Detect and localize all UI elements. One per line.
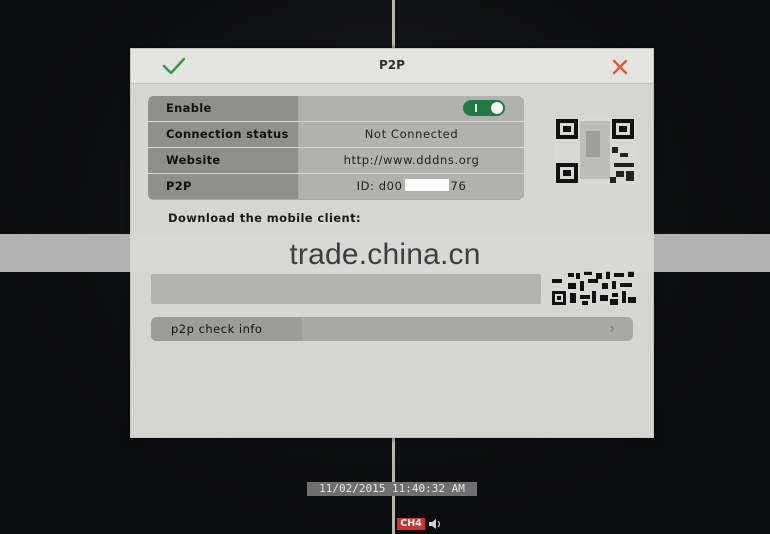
enable-row: Enable <box>148 96 524 122</box>
dialog-titlebar: P2P <box>131 49 653 84</box>
p2p-id-prefix: ID: d00 <box>356 179 403 193</box>
p2p-check-info-button[interactable]: p2p check info › <box>151 317 633 341</box>
p2p-settings-table: Enable Connection status Not Connected W… <box>148 96 524 200</box>
watermark-band: trade.china.cn <box>0 234 770 272</box>
website-label: Website <box>148 148 298 173</box>
toggle-on-mark <box>475 104 477 112</box>
connection-status-value: Not Connected <box>299 122 524 147</box>
p2p-label: P2P <box>148 174 298 199</box>
dialog-title: P2P <box>379 58 405 72</box>
toggle-knob <box>491 102 503 114</box>
chevron-right-icon: › <box>609 321 615 337</box>
p2p-id-suffix: 76 <box>450 179 467 193</box>
download-client-label: Download the mobile client: <box>168 211 361 225</box>
speaker-icon <box>429 519 441 529</box>
p2p-id-value: ID: d00 76 <box>299 174 524 199</box>
enable-toggle[interactable] <box>463 100 505 116</box>
watermark-text: trade.china.cn <box>289 238 481 271</box>
p2p-id-qr-code <box>554 117 636 185</box>
connection-status-row: Connection status Not Connected <box>148 122 524 148</box>
connection-status-label: Connection status <box>148 122 298 147</box>
redaction-box <box>404 179 449 191</box>
mobile-client-qr-code <box>552 271 636 305</box>
close-icon[interactable] <box>609 56 631 78</box>
website-row: Website http://www.dddns.org <box>148 148 524 174</box>
p2p-id-row: P2P ID: d00 76 <box>148 174 524 200</box>
p2p-check-info-label: p2p check info <box>151 317 302 341</box>
osd-timestamp: 11/02/2015 11:40:32 AM <box>307 482 477 496</box>
channel-badge: CH4 <box>397 518 425 530</box>
download-url-field <box>151 274 541 304</box>
enable-label: Enable <box>148 96 298 121</box>
website-value: http://www.dddns.org <box>299 148 524 173</box>
